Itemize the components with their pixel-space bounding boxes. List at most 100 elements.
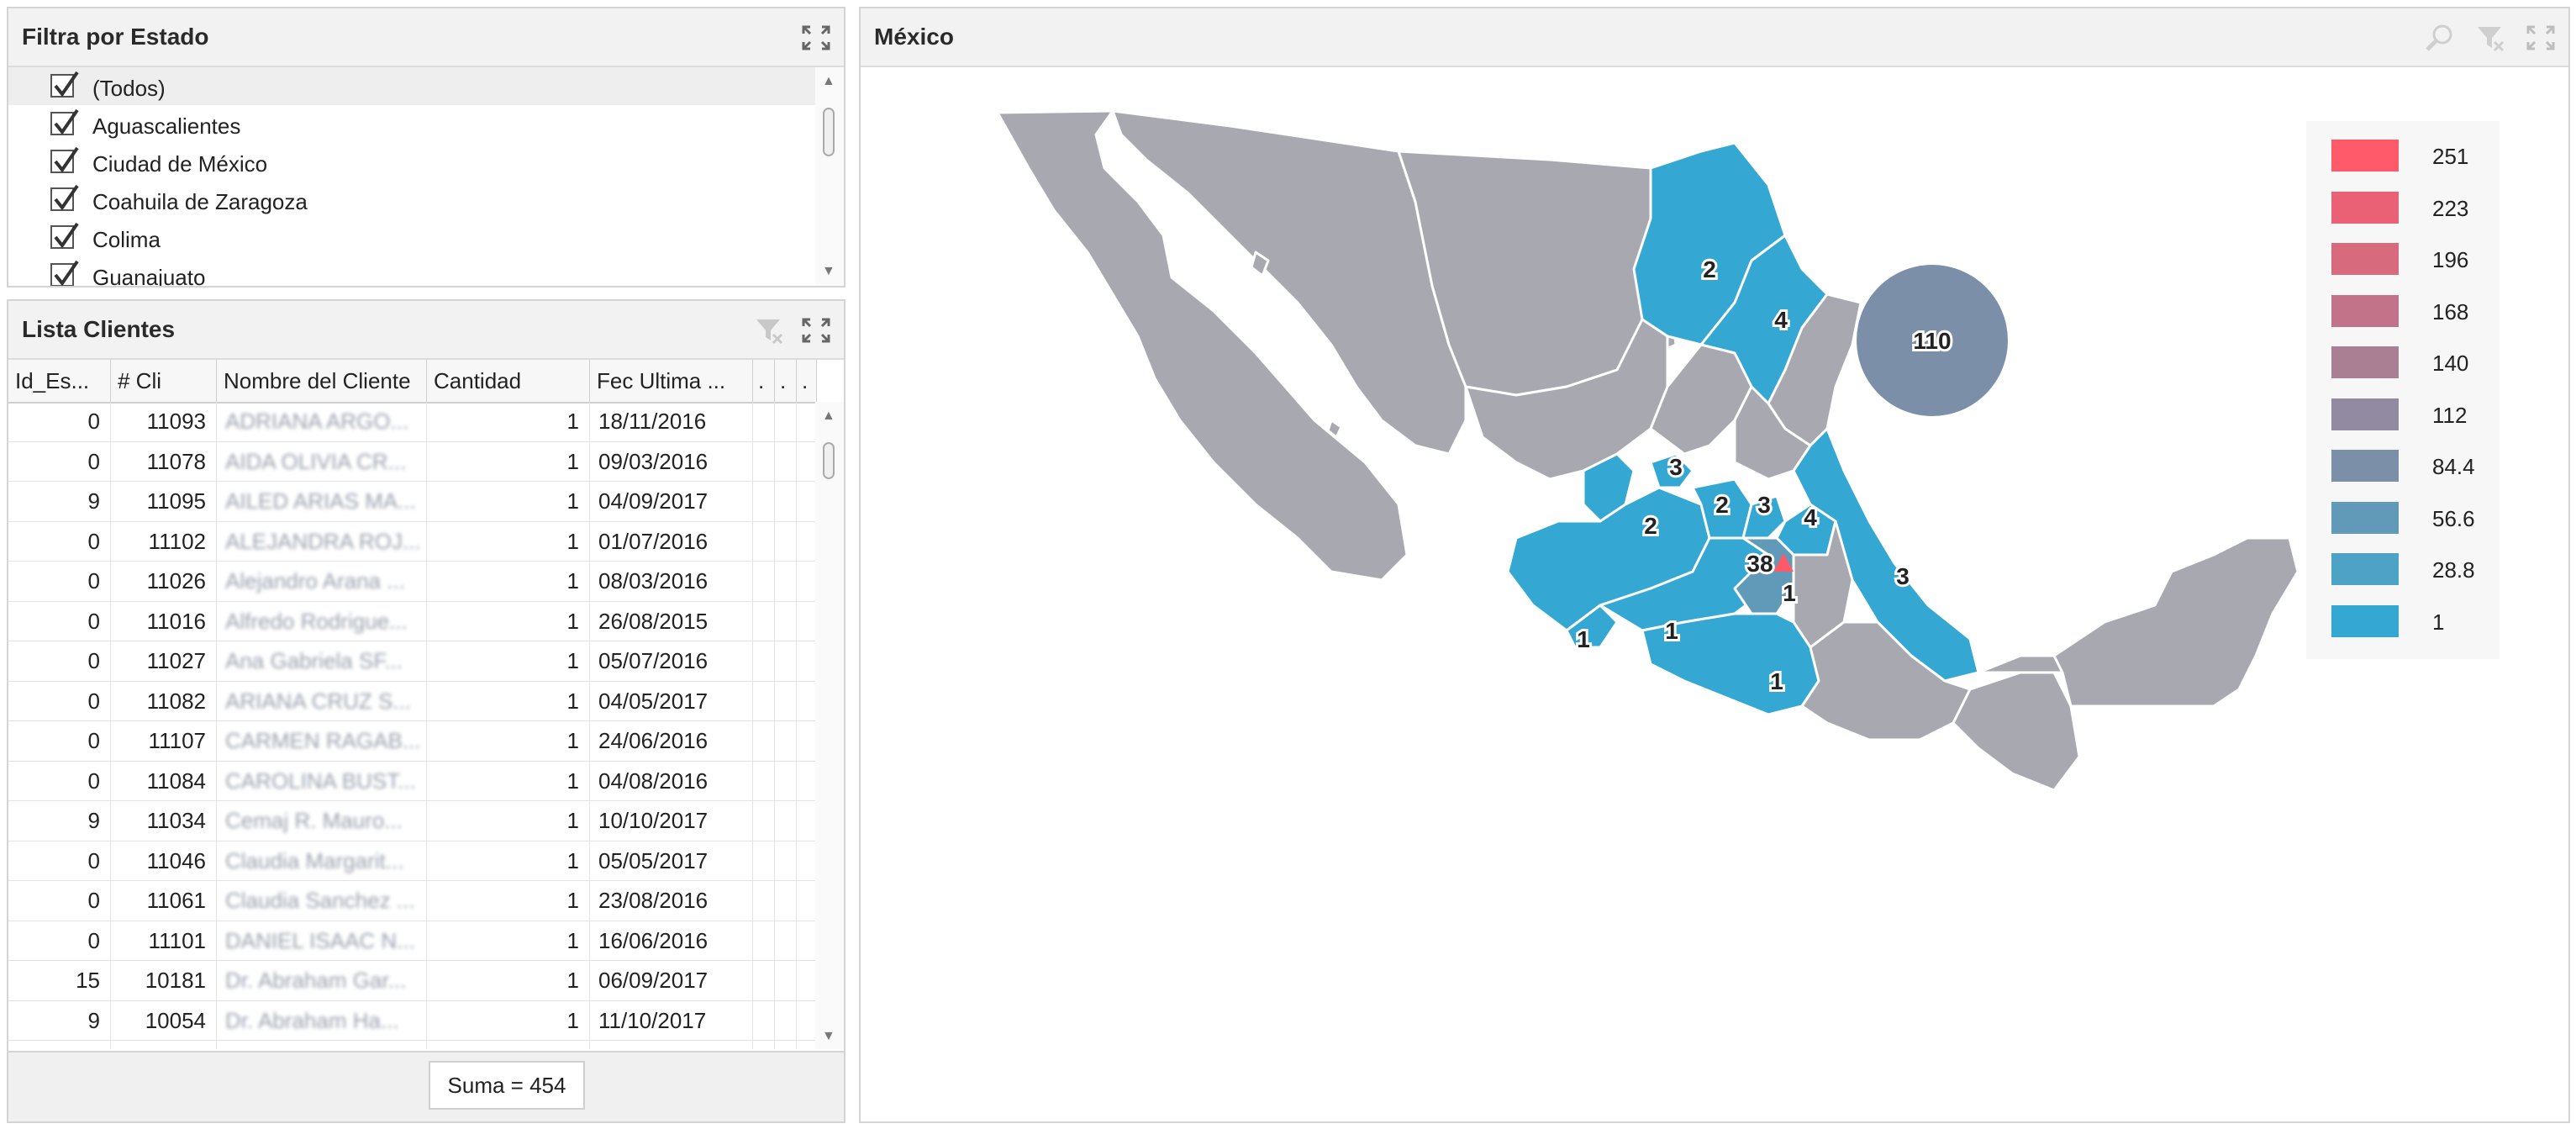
table-row[interactable]: 0 11101 DANIEL ISAAC N... 1 16/06/2016	[8, 921, 817, 961]
cell-cantidad[interactable]: 1	[427, 881, 590, 921]
cell-extra[interactable]	[797, 1041, 817, 1049]
cell-num-cliente[interactable]: 11102	[111, 521, 217, 562]
cell-fecha-ultima[interactable]: 10/10/2017	[590, 801, 753, 841]
cell-fecha-ultima[interactable]: 26/08/2015	[590, 601, 753, 641]
cell-cantidad[interactable]: 1	[427, 402, 590, 441]
cell-extra[interactable]	[797, 801, 817, 841]
column-header-extra[interactable]: .	[797, 360, 817, 402]
table-row[interactable]: 0 11107 CARMEN RAGAB... 1 24/06/2016	[8, 721, 817, 762]
filter-item-todos[interactable]: (Todos)	[8, 67, 815, 105]
cell-extra[interactable]	[753, 402, 775, 441]
checkbox[interactable]	[50, 108, 79, 135]
cell-num-cliente[interactable]: 10181	[111, 961, 217, 1000]
cell-id-estado[interactable]: 0	[8, 641, 111, 681]
maximize-icon[interactable]	[2525, 24, 2557, 52]
zoom-icon[interactable]	[2424, 24, 2456, 52]
cell-nombre-cliente[interactable]: CARMEN RAGAB...	[217, 721, 427, 761]
cell-extra[interactable]	[797, 1000, 817, 1041]
cell-nombre-cliente[interactable]: Alfredo Rodrigue...	[217, 601, 427, 641]
cell-nombre-cliente[interactable]: CAROLINA BUST...	[217, 761, 427, 801]
cell-id-estado[interactable]: 0	[8, 841, 111, 881]
cell-extra[interactable]	[753, 721, 775, 761]
cell-num-cliente[interactable]: 11027	[111, 641, 217, 681]
checkbox[interactable]	[50, 222, 79, 249]
cell-num-cliente[interactable]: 11078	[111, 441, 217, 482]
clear-filter-icon[interactable]	[753, 316, 785, 345]
cell-extra[interactable]	[775, 801, 797, 841]
cell-extra[interactable]	[797, 402, 817, 441]
cell-extra[interactable]	[797, 961, 817, 1000]
cell-num-cliente[interactable]: 11101	[111, 921, 217, 961]
cell-nombre-cliente[interactable]: ALEJANDRA ROJ...	[217, 521, 427, 562]
cell-extra[interactable]	[753, 1041, 775, 1049]
cell-nombre-cliente[interactable]: AIDA OLIVIA CR...	[217, 441, 427, 482]
cell-num-cliente[interactable]: 10054	[111, 1000, 217, 1041]
scroll-thumb[interactable]	[823, 442, 835, 479]
cell-cantidad[interactable]: 1	[427, 721, 590, 761]
table-row[interactable]: 0 11082 ARIANA CRUZ S... 1 04/05/2017	[8, 681, 817, 721]
cell-num-cliente[interactable]: 11046	[111, 841, 217, 881]
cell-extra[interactable]	[797, 721, 817, 761]
cell-id-estado[interactable]: 9	[8, 482, 111, 521]
cell-id-estado[interactable]: 0	[8, 601, 111, 641]
grid-scrollbar[interactable]: ▲ ▼	[815, 402, 844, 1049]
clear-filter-icon[interactable]	[2474, 24, 2506, 52]
cell-fecha-ultima[interactable]: 24/06/2016	[590, 721, 753, 761]
cell-fecha-ultima[interactable]: 06/09/2017	[590, 961, 753, 1000]
cell-cantidad[interactable]: 1	[427, 841, 590, 881]
checkbox[interactable]	[50, 260, 79, 286]
cell-extra[interactable]	[753, 562, 775, 601]
cell-num-cliente[interactable]: 11026	[111, 562, 217, 601]
cell-extra[interactable]	[753, 961, 775, 1000]
cell-fecha-ultima[interactable]: 16/06/2016	[590, 921, 753, 961]
table-row[interactable]: 0 11046 Claudia Margarit... 1 05/05/2017	[8, 841, 817, 881]
table-row[interactable]: 1510074 Dr. Arturo Pinto ... 110/10/2017	[8, 1041, 817, 1049]
cell-nombre-cliente[interactable]: Cemaj R. Mauro...	[217, 801, 427, 841]
cell-id-estado[interactable]: 0	[8, 721, 111, 761]
cell-extra[interactable]	[753, 921, 775, 961]
cell-cantidad[interactable]: 1	[427, 441, 590, 482]
cell-extra[interactable]	[797, 601, 817, 641]
cell-num-cliente[interactable]: 11082	[111, 681, 217, 721]
table-row[interactable]: 0 11026 Alejandro Arana ... 1 08/03/2016	[8, 562, 817, 602]
cell-fecha-ultima[interactable]: 18/11/2016	[590, 402, 753, 441]
maximize-icon[interactable]	[800, 24, 832, 52]
filter-scrollbar[interactable]: ▲ ▼	[815, 67, 844, 286]
scroll-down-icon[interactable]: ▼	[822, 1029, 835, 1044]
cell-nombre-cliente[interactable]: Ana Gabriela SF...	[217, 641, 427, 681]
cell-extra[interactable]	[775, 1000, 797, 1041]
cell-extra[interactable]	[797, 482, 817, 521]
column-header-cantidad[interactable]: Cantidad	[427, 360, 590, 402]
table-row[interactable]: 9 11095 AILED ARIAS MA... 1 04/09/2017	[8, 482, 817, 522]
cell-extra[interactable]	[797, 441, 817, 482]
cell-cantidad[interactable]: 1	[427, 681, 590, 721]
cell-cantidad[interactable]: 1	[427, 482, 590, 521]
filter-item-aguascalientes[interactable]: Aguascalientes	[8, 105, 815, 143]
cell-cantidad[interactable]: 1	[427, 601, 590, 641]
cell-cantidad[interactable]: 1	[427, 562, 590, 601]
cell-num-cliente[interactable]: 11093	[111, 402, 217, 441]
cell-extra[interactable]	[775, 921, 797, 961]
cell-id-estado[interactable]: 0	[8, 681, 111, 721]
cell-cantidad[interactable]: 1	[427, 521, 590, 562]
cell-fecha-ultima[interactable]: 01/07/2016	[590, 521, 753, 562]
column-header-nombre[interactable]: Nombre del Cliente	[217, 360, 427, 402]
cell-num-cliente[interactable]: 11016	[111, 601, 217, 641]
region-yucatan-peninsula[interactable]	[2052, 536, 2299, 708]
cell-cantidad[interactable]: 1	[427, 1041, 590, 1049]
cell-id-estado[interactable]: 0	[8, 441, 111, 482]
cell-num-cliente[interactable]: 11095	[111, 482, 217, 521]
cell-id-estado[interactable]: 9	[8, 801, 111, 841]
table-row[interactable]: 0 11084 CAROLINA BUST... 1 04/08/2016	[8, 761, 817, 801]
cell-cantidad[interactable]: 1	[427, 761, 590, 801]
cell-extra[interactable]	[797, 921, 817, 961]
cell-id-estado[interactable]: 0	[8, 761, 111, 801]
cell-extra[interactable]	[775, 761, 797, 801]
cell-fecha-ultima[interactable]: 11/10/2017	[590, 1000, 753, 1041]
cell-nombre-cliente[interactable]: ADRIANA ARGO...	[217, 402, 427, 441]
scroll-up-icon[interactable]: ▲	[822, 74, 835, 89]
cell-num-cliente[interactable]: 10074	[111, 1041, 217, 1049]
table-row[interactable]: 0 11102 ALEJANDRA ROJ... 1 01/07/2016	[8, 521, 817, 562]
cell-extra[interactable]	[775, 681, 797, 721]
cell-nombre-cliente[interactable]: Claudia Sanchez ...	[217, 881, 427, 921]
